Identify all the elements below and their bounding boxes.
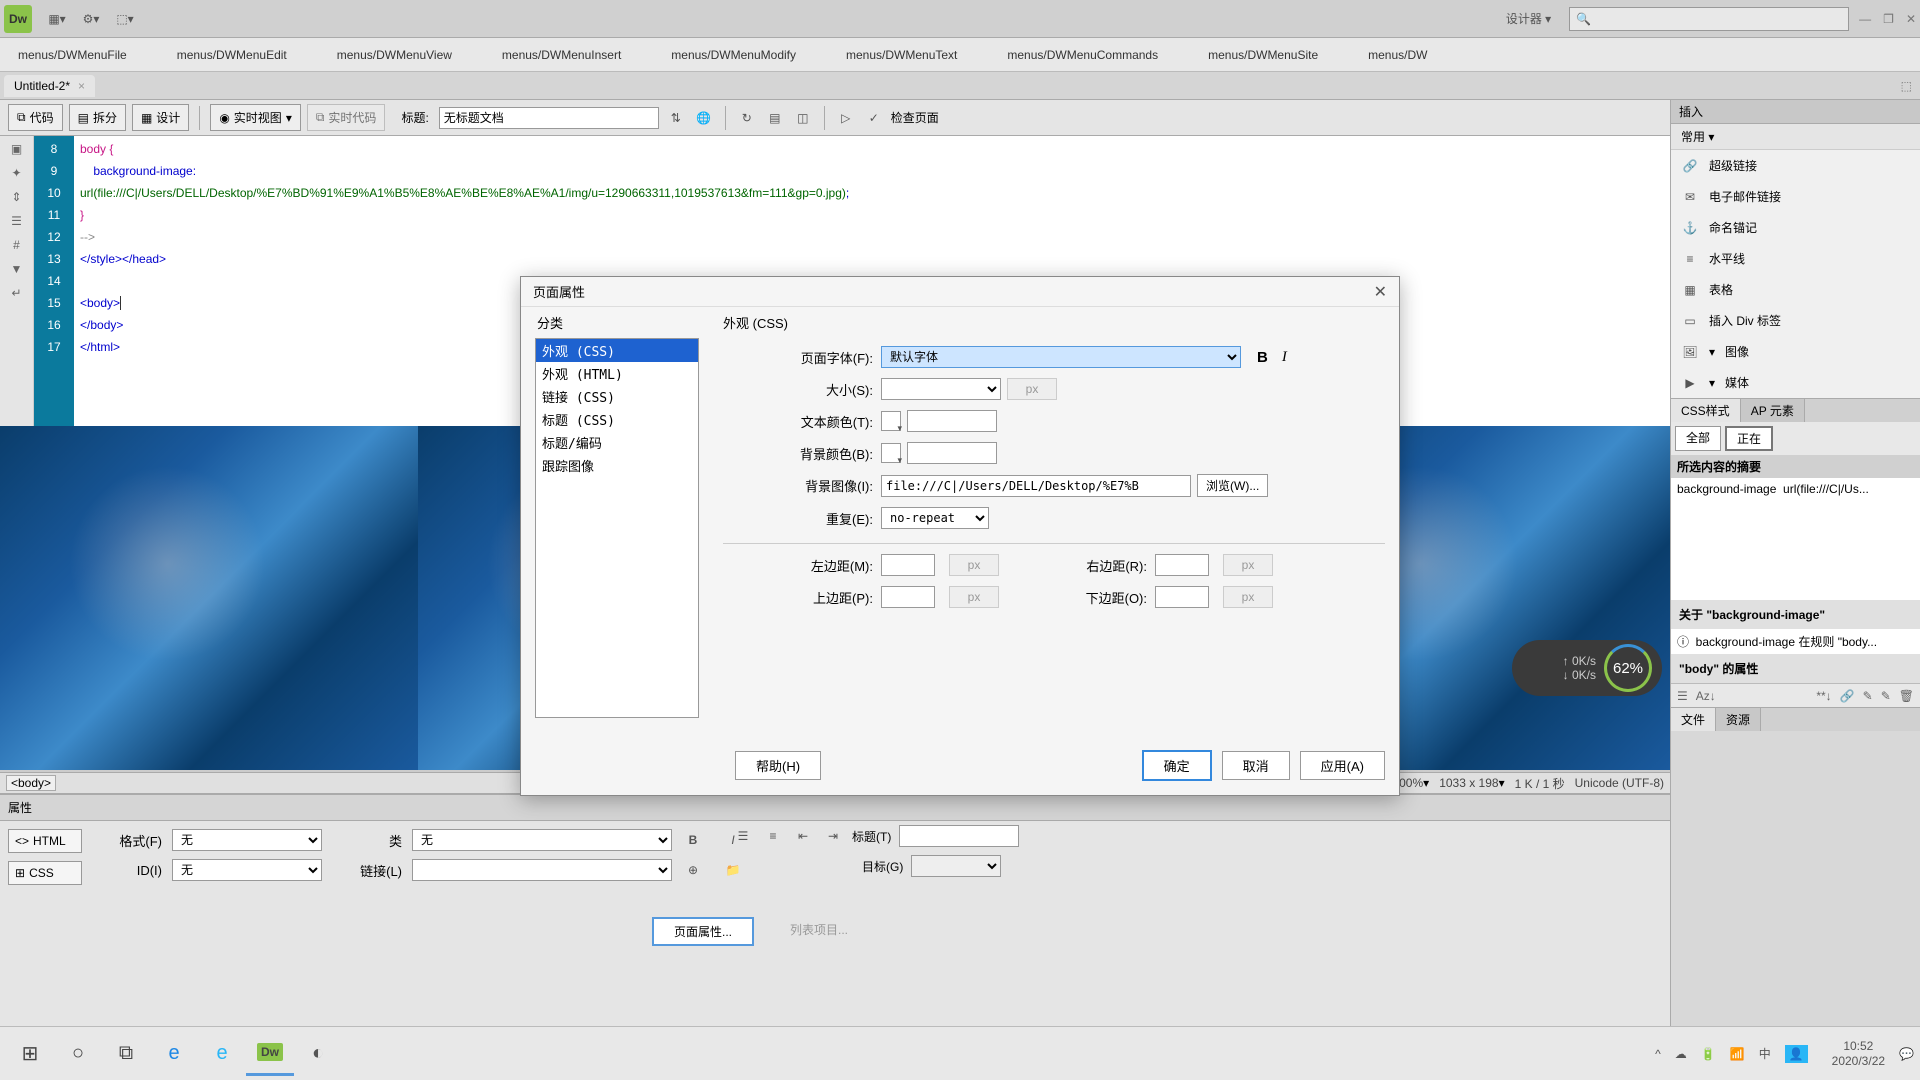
top-margin-label: 上边距(P): — [723, 588, 873, 607]
italic-button[interactable]: I — [1282, 349, 1287, 366]
ok-button[interactable]: 确定 — [1142, 750, 1212, 781]
browse-button[interactable]: 浏览(W)... — [1197, 474, 1268, 497]
dialog-section-title: 外观 (CSS) — [723, 307, 1385, 338]
dialog-overlay: 页面属性 ✕ 分类 外观 (CSS) 外观 (HTML) 链接 (CSS) 标题… — [0, 0, 1920, 1080]
apply-button[interactable]: 应用(A) — [1300, 751, 1385, 780]
category-label: 分类 — [535, 307, 699, 338]
left-margin-label: 左边距(M): — [723, 556, 873, 575]
page-font-label: 页面字体(F): — [723, 348, 873, 367]
bg-color-label: 背景颜色(B): — [723, 444, 873, 463]
size-label: 大小(S): — [723, 380, 873, 399]
top-margin-unit: px — [949, 586, 999, 608]
repeat-label: 重复(E): — [723, 509, 873, 528]
right-margin-input[interactable] — [1155, 554, 1209, 576]
category-headings-css[interactable]: 标题 (CSS) — [536, 408, 698, 431]
bottom-margin-label: 下边距(O): — [1017, 588, 1147, 607]
right-margin-unit: px — [1223, 554, 1273, 576]
bg-color-swatch[interactable] — [881, 443, 901, 463]
bg-color-input[interactable] — [907, 442, 997, 464]
dialog-close-icon[interactable]: ✕ — [1374, 282, 1387, 302]
category-list: 外观 (CSS) 外观 (HTML) 链接 (CSS) 标题 (CSS) 标题/… — [535, 338, 699, 718]
bg-image-label: 背景图像(I): — [723, 476, 873, 495]
left-margin-unit: px — [949, 554, 999, 576]
bottom-margin-input[interactable] — [1155, 586, 1209, 608]
category-title-encoding[interactable]: 标题/编码 — [536, 431, 698, 454]
top-margin-input[interactable] — [881, 586, 935, 608]
page-properties-dialog: 页面属性 ✕ 分类 外观 (CSS) 外观 (HTML) 链接 (CSS) 标题… — [520, 276, 1400, 796]
dialog-title: 页面属性 — [533, 282, 1374, 301]
bottom-margin-unit: px — [1223, 586, 1273, 608]
category-tracing-image[interactable]: 跟踪图像 — [536, 454, 698, 477]
text-color-swatch[interactable] — [881, 411, 901, 431]
category-appearance-css[interactable]: 外观 (CSS) — [536, 339, 698, 362]
help-button[interactable]: 帮助(H) — [735, 751, 821, 780]
text-color-label: 文本颜色(T): — [723, 412, 873, 431]
size-unit: px — [1007, 378, 1057, 400]
page-font-select[interactable]: 默认字体 — [881, 346, 1241, 368]
text-color-input[interactable] — [907, 410, 997, 432]
category-appearance-html[interactable]: 外观 (HTML) — [536, 362, 698, 385]
size-select[interactable] — [881, 378, 1001, 400]
bold-button[interactable]: B — [1257, 349, 1268, 366]
left-margin-input[interactable] — [881, 554, 935, 576]
repeat-select[interactable]: no-repeat — [881, 507, 989, 529]
bg-image-input[interactable] — [881, 475, 1191, 497]
cancel-button[interactable]: 取消 — [1222, 751, 1290, 780]
right-margin-label: 右边距(R): — [1017, 556, 1147, 575]
category-links-css[interactable]: 链接 (CSS) — [536, 385, 698, 408]
